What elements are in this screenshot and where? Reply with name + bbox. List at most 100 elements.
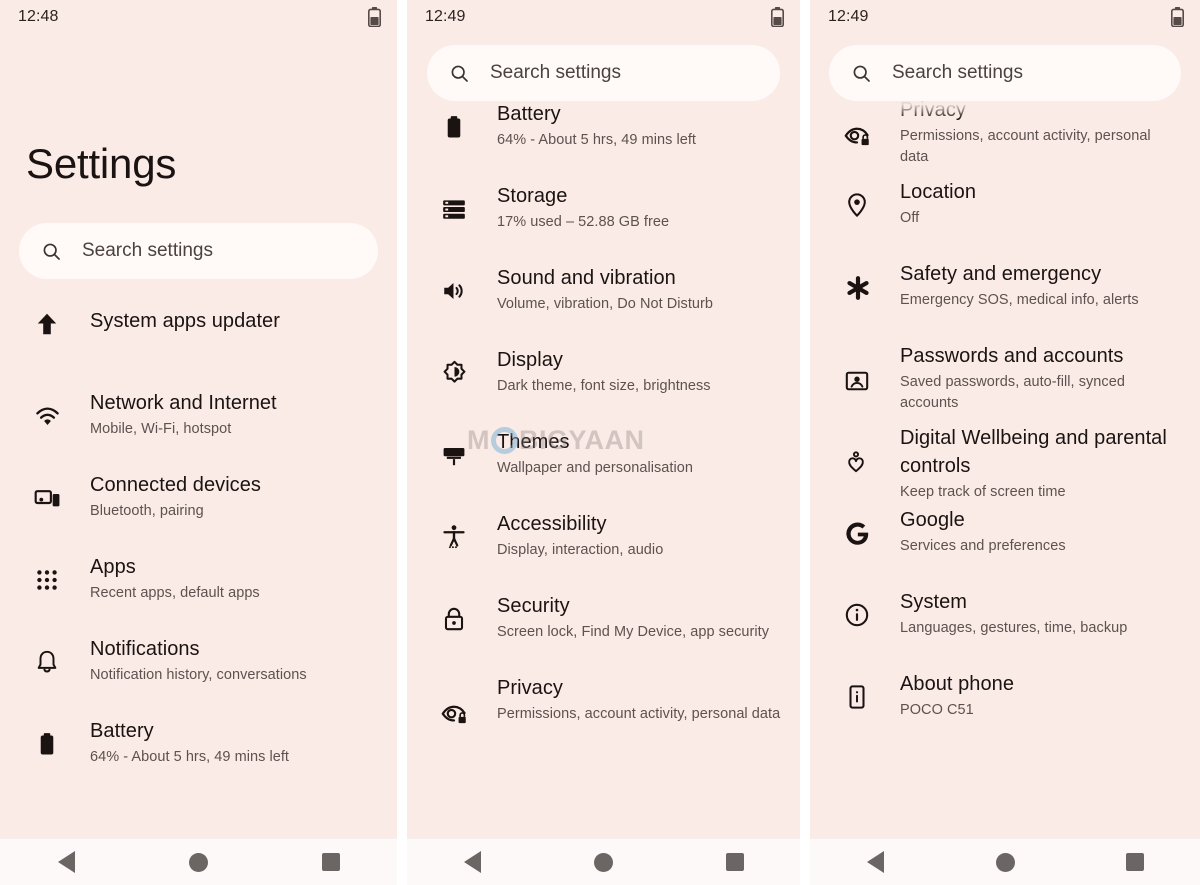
lock-icon	[441, 592, 475, 632]
settings-row-safety-and-emergency[interactable]: Safety and emergency Emergency SOS, medi…	[810, 260, 1200, 342]
settings-row-subtitle: 64% - About 5 hrs, 49 mins left	[497, 132, 697, 148]
settings-row-title: System apps updater	[90, 310, 280, 332]
settings-row-privacy[interactable]: Privacy Permissions, account activity, p…	[810, 96, 1200, 178]
settings-row-battery[interactable]: Battery 64% - About 5 hrs, 49 mins left	[407, 100, 800, 182]
settings-row-subtitle: Off	[900, 210, 920, 226]
settings-list: System apps updater Network and Internet…	[0, 307, 397, 799]
navigation-bar	[407, 838, 800, 885]
info-circle-icon	[844, 588, 878, 628]
status-battery-icon	[368, 7, 381, 27]
settings-row-privacy[interactable]: Privacy Permissions, account activity, p…	[407, 674, 800, 756]
paint-roller-icon	[441, 428, 475, 468]
settings-row-location[interactable]: Location Off	[810, 178, 1200, 260]
settings-row-accessibility[interactable]: Accessibility Display, interaction, audi…	[407, 510, 800, 592]
settings-row-themes[interactable]: Themes Wallpaper and personalisation	[407, 428, 800, 510]
wellbeing-icon	[844, 424, 878, 474]
status-time: 12:49	[828, 8, 869, 25]
search-settings-bar[interactable]: Search settings	[829, 45, 1181, 101]
settings-row-title: Sound and vibration	[497, 267, 676, 289]
list-bottom-fade	[0, 796, 397, 838]
settings-row-subtitle: POCO C51	[900, 702, 974, 718]
settings-row-title: Location	[900, 181, 977, 203]
settings-row-title: Network and Internet	[90, 392, 277, 414]
brightness-icon	[441, 346, 475, 387]
settings-row-title: Battery	[497, 103, 561, 125]
settings-row-storage[interactable]: Storage 17% used – 52.88 GB free	[407, 182, 800, 264]
bell-icon	[34, 635, 68, 675]
storage-icon	[441, 182, 475, 222]
settings-row-display[interactable]: Display Dark theme, font size, brightnes…	[407, 346, 800, 428]
settings-row-subtitle: Volume, vibration, Do Not Disturb	[497, 296, 714, 312]
status-bar: 12:48	[0, 0, 397, 34]
google-g-icon	[844, 506, 878, 547]
settings-row-system[interactable]: System Languages, gestures, time, backup	[810, 588, 1200, 670]
settings-row-passwords-and-accounts[interactable]: Passwords and accounts Saved passwords, …	[810, 342, 1200, 424]
settings-row-battery[interactable]: Battery 64% - About 5 hrs, 49 mins left	[0, 717, 397, 799]
settings-row-subtitle: 64% - About 5 hrs, 49 mins left	[90, 749, 290, 765]
eye-lock-icon	[441, 674, 475, 727]
recents-icon[interactable]	[309, 840, 353, 884]
recents-icon[interactable]	[1113, 840, 1157, 884]
settings-list: Privacy Permissions, account activity, p…	[810, 96, 1200, 752]
search-placeholder: Search settings	[490, 62, 621, 83]
status-time: 12:49	[425, 8, 466, 25]
asterisk-icon	[844, 260, 878, 302]
settings-row-subtitle: Permissions, account activity, personal …	[900, 128, 1151, 165]
settings-row-title: Accessibility	[497, 513, 607, 535]
search-icon	[851, 63, 872, 84]
settings-row-subtitle: Languages, gestures, time, backup	[900, 620, 1128, 636]
settings-row-apps[interactable]: Apps Recent apps, default apps	[0, 553, 397, 635]
search-settings-bar[interactable]: Search settings	[19, 223, 378, 279]
battery-icon	[34, 717, 68, 757]
status-bar: 12:49	[407, 0, 800, 34]
list-bottom-fade	[810, 796, 1200, 838]
back-icon[interactable]	[853, 840, 897, 884]
settings-row-subtitle: Keep track of screen time	[900, 484, 1066, 500]
settings-row-subtitle: Wallpaper and personalisation	[497, 460, 693, 476]
settings-row-title: Themes	[497, 431, 570, 453]
list-bottom-fade	[407, 796, 800, 838]
settings-row-title: Apps	[90, 556, 136, 578]
settings-row-title: Display	[497, 349, 563, 371]
back-icon[interactable]	[44, 840, 88, 884]
page-title: Settings	[26, 140, 177, 187]
home-icon[interactable]	[582, 840, 626, 884]
settings-row-network-and-internet[interactable]: Network and Internet Mobile, Wi-Fi, hots…	[0, 389, 397, 471]
settings-row-connected-devices[interactable]: Connected devices Bluetooth, pairing	[0, 471, 397, 553]
phone-info-icon	[844, 670, 878, 710]
settings-row-title: Safety and emergency	[900, 263, 1102, 285]
settings-row-subtitle: Recent apps, default apps	[90, 585, 260, 601]
back-icon[interactable]	[451, 840, 495, 884]
status-bar: 12:49	[810, 0, 1200, 34]
phone-screen-settings-bottom: 12:49 Search settings Privacy Permission…	[810, 0, 1200, 885]
search-placeholder: Search settings	[892, 62, 1023, 83]
settings-row-subtitle: Dark theme, font size, brightness	[497, 378, 711, 394]
settings-row-sound-and-vibration[interactable]: Sound and vibration Volume, vibration, D…	[407, 264, 800, 346]
settings-row-subtitle: Mobile, Wi-Fi, hotspot	[90, 421, 232, 437]
settings-row-system-apps-updater[interactable]: System apps updater	[0, 307, 397, 389]
settings-row-subtitle: Permissions, account activity, personal …	[497, 706, 781, 722]
location-pin-icon	[844, 178, 878, 218]
settings-row-subtitle: Screen lock, Find My Device, app securit…	[497, 624, 770, 640]
three-panel-screenshot-strip: 12:48 Settings Search settings System ap…	[0, 0, 1200, 885]
home-icon[interactable]	[983, 840, 1027, 884]
settings-row-title: Google	[900, 509, 965, 531]
settings-row-about-phone[interactable]: About phone POCO C51	[810, 670, 1200, 752]
settings-row-notifications[interactable]: Notifications Notification history, conv…	[0, 635, 397, 717]
search-settings-bar[interactable]: Search settings	[427, 45, 780, 101]
settings-row-digital-wellbeing[interactable]: Digital Wellbeing and parental controls …	[810, 424, 1200, 506]
settings-row-subtitle: Display, interaction, audio	[497, 542, 664, 558]
settings-row-security[interactable]: Security Screen lock, Find My Device, ap…	[407, 592, 800, 674]
settings-list: Battery 64% - About 5 hrs, 49 mins left …	[407, 100, 800, 756]
settings-row-subtitle: Emergency SOS, medical info, alerts	[900, 292, 1139, 308]
search-placeholder: Search settings	[82, 240, 213, 261]
settings-row-subtitle: Notification history, conversations	[90, 667, 307, 683]
recents-icon[interactable]	[713, 840, 757, 884]
wifi-icon	[34, 389, 68, 430]
settings-row-subtitle: Bluetooth, pairing	[90, 503, 204, 519]
settings-row-google[interactable]: Google Services and preferences	[810, 506, 1200, 588]
settings-row-title: Battery	[90, 720, 154, 742]
settings-row-title: Security	[497, 595, 570, 617]
navigation-bar	[810, 838, 1200, 885]
home-icon[interactable]	[176, 840, 220, 884]
